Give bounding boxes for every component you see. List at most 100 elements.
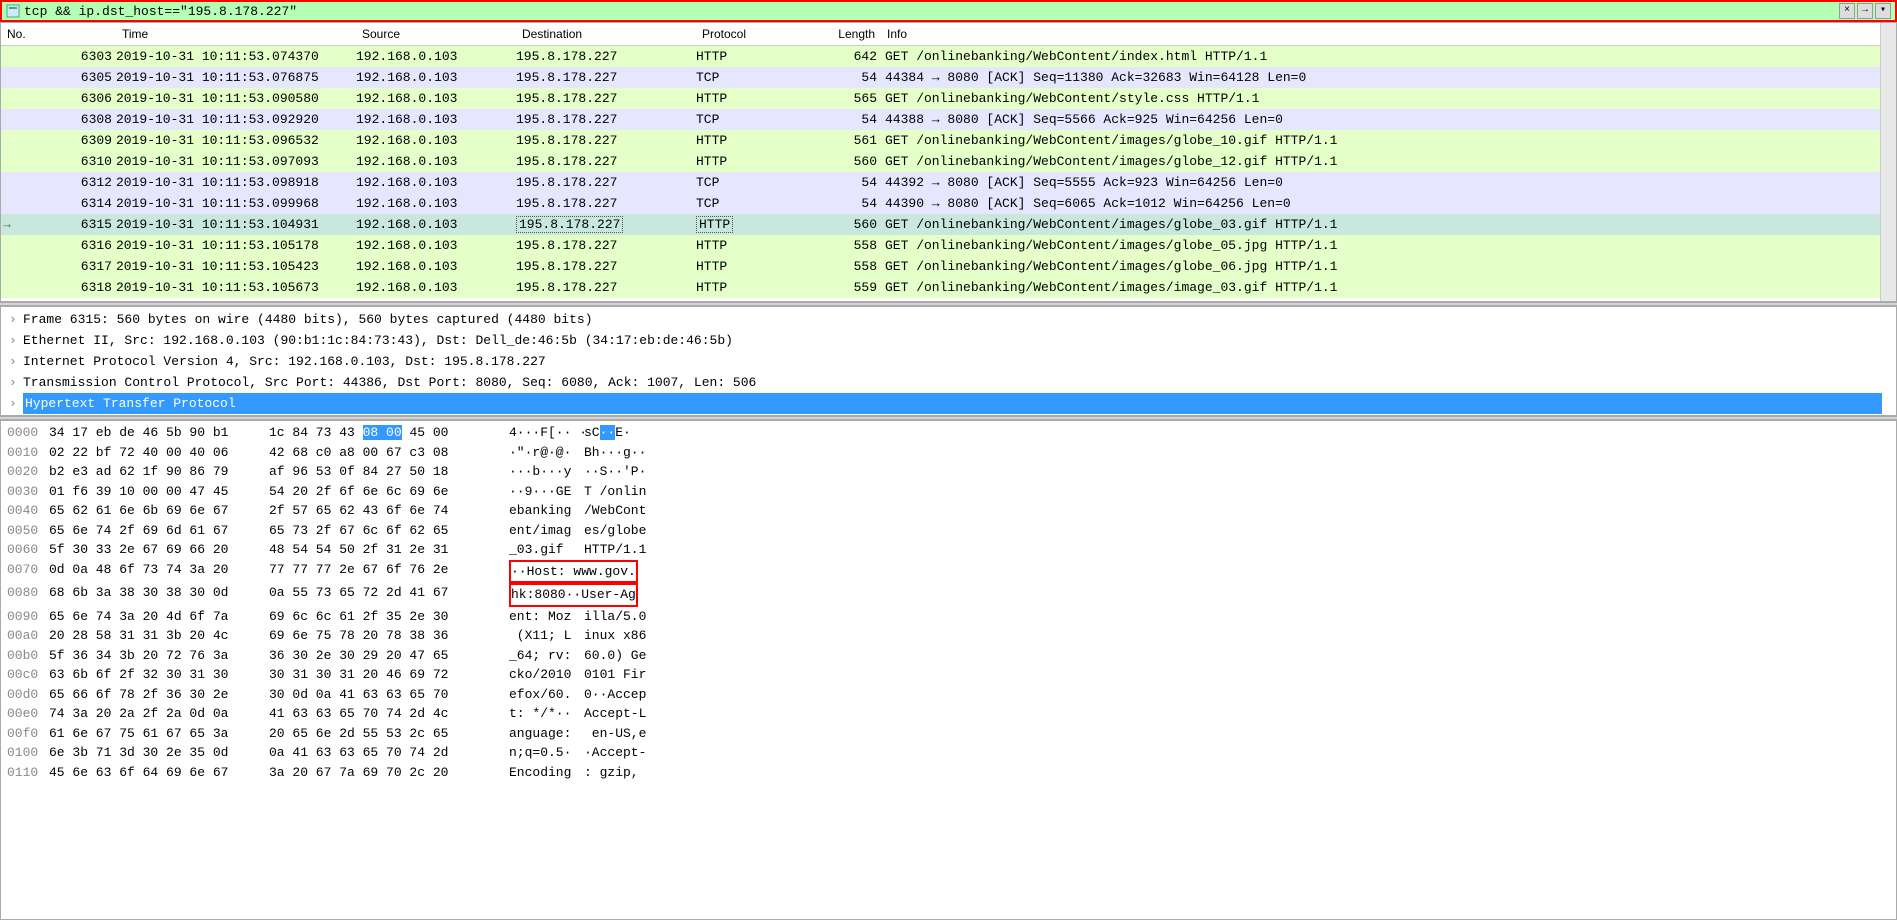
filter-apply-button[interactable]: →: [1857, 3, 1873, 19]
hex-row[interactable]: 00a020 28 58 31 31 3b 20 4c 69 6e 75 78 …: [1, 626, 1896, 646]
detail-tree-item[interactable]: ›Transmission Control Protocol, Src Port…: [9, 372, 1888, 393]
hex-row[interactable]: 004065 62 61 6e 6b 69 6e 67 2f 57 65 62 …: [1, 501, 1896, 521]
cell-length: 561: [826, 130, 881, 151]
hex-offset: 00d0: [1, 685, 49, 705]
cell-length: 560: [826, 151, 881, 172]
detail-tree-item[interactable]: ›Internet Protocol Version 4, Src: 192.1…: [9, 351, 1888, 372]
cell-time: 2019-10-31 10:11:53.092920: [116, 109, 356, 130]
cell-no: 6317: [1, 256, 116, 277]
packet-row[interactable]: →63152019-10-31 10:11:53.104931192.168.0…: [1, 214, 1880, 235]
hex-row[interactable]: 00f061 6e 67 75 61 67 65 3a 20 65 6e 2d …: [1, 724, 1896, 744]
detail-tree-item[interactable]: ›Hypertext Transfer Protocol: [9, 393, 1888, 414]
column-header-time[interactable]: Time: [116, 25, 356, 43]
cell-info: GET /onlinebanking/WebContent/images/glo…: [881, 214, 1880, 235]
column-header-no[interactable]: No.: [1, 25, 116, 43]
packet-row[interactable]: 63172019-10-31 10:11:53.105423192.168.0.…: [1, 256, 1880, 277]
hex-offset: 0090: [1, 607, 49, 627]
packet-row[interactable]: 63052019-10-31 10:11:53.076875192.168.0.…: [1, 67, 1880, 88]
hex-offset: 0060: [1, 540, 49, 560]
packet-row[interactable]: 63162019-10-31 10:11:53.105178192.168.0.…: [1, 235, 1880, 256]
hex-row[interactable]: 01006e 3b 71 3d 30 2e 35 0d 0a 41 63 63 …: [1, 743, 1896, 763]
cell-protocol: HTTP: [696, 235, 826, 256]
column-header-destination[interactable]: Destination: [516, 25, 696, 43]
packet-row[interactable]: 63032019-10-31 10:11:53.074370192.168.0.…: [1, 46, 1880, 67]
cell-protocol: HTTP: [696, 277, 826, 298]
expand-icon[interactable]: ›: [9, 309, 23, 330]
hex-row[interactable]: 00d065 66 6f 78 2f 36 30 2e 30 0d 0a 41 …: [1, 685, 1896, 705]
packet-row[interactable]: 63142019-10-31 10:11:53.099968192.168.0.…: [1, 193, 1880, 214]
expand-icon[interactable]: ›: [9, 330, 23, 351]
packet-list-body[interactable]: 63032019-10-31 10:11:53.074370192.168.0.…: [1, 46, 1880, 298]
column-header-length[interactable]: Length: [826, 25, 881, 43]
packet-row[interactable]: 63082019-10-31 10:11:53.092920192.168.0.…: [1, 109, 1880, 130]
cell-info: GET /onlinebanking/WebContent/images/glo…: [881, 235, 1880, 256]
cell-length: 560: [826, 214, 881, 235]
packet-list-scrollbar[interactable]: [1880, 23, 1896, 301]
hex-row[interactable]: 009065 6e 74 3a 20 4d 6f 7a 69 6c 6c 61 …: [1, 607, 1896, 627]
hex-row[interactable]: 000034 17 eb de 46 5b 90 b1 1c 84 73 43 …: [1, 423, 1896, 443]
cell-no: 6306: [1, 88, 116, 109]
packet-details-pane[interactable]: ›Frame 6315: 560 bytes on wire (4480 bit…: [0, 306, 1897, 416]
hex-row[interactable]: 005065 6e 74 2f 69 6d 61 67 65 73 2f 67 …: [1, 521, 1896, 541]
column-header-source[interactable]: Source: [356, 25, 516, 43]
cell-protocol: HTTP: [696, 214, 826, 235]
cell-length: 54: [826, 109, 881, 130]
cell-info: 44388 → 8080 [ACK] Seq=5566 Ack=925 Win=…: [881, 109, 1880, 130]
packet-list-header[interactable]: No. Time Source Destination Protocol Len…: [1, 23, 1880, 46]
packet-row[interactable]: 63062019-10-31 10:11:53.090580192.168.0.…: [1, 88, 1880, 109]
hex-row[interactable]: 011045 6e 63 6f 64 69 6e 67 3a 20 67 7a …: [1, 763, 1896, 783]
hex-offset: 0070: [1, 560, 49, 584]
cell-source: 192.168.0.103: [356, 172, 516, 193]
hex-row[interactable]: 00700d 0a 48 6f 73 74 3a 20 77 77 77 2e …: [1, 560, 1896, 584]
packet-row[interactable]: 63092019-10-31 10:11:53.096532192.168.0.…: [1, 130, 1880, 151]
cell-destination: 195.8.178.227: [516, 193, 696, 214]
cell-no: 6310: [1, 151, 116, 172]
cell-length: 642: [826, 46, 881, 67]
cell-destination: 195.8.178.227: [516, 214, 696, 235]
column-header-protocol[interactable]: Protocol: [696, 25, 826, 43]
packet-row[interactable]: 63182019-10-31 10:11:53.105673192.168.0.…: [1, 277, 1880, 298]
hex-row[interactable]: 003001 f6 39 10 00 00 47 45 54 20 2f 6f …: [1, 482, 1896, 502]
column-header-info[interactable]: Info: [881, 25, 1880, 43]
cell-protocol: HTTP: [696, 130, 826, 151]
hex-row[interactable]: 0020b2 e3 ad 62 1f 90 86 79 af 96 53 0f …: [1, 462, 1896, 482]
expand-icon[interactable]: ›: [9, 393, 23, 414]
cell-time: 2019-10-31 10:11:53.105673: [116, 277, 356, 298]
hex-row[interactable]: 001002 22 bf 72 40 00 40 06 42 68 c0 a8 …: [1, 443, 1896, 463]
cell-time: 2019-10-31 10:11:53.105178: [116, 235, 356, 256]
cell-destination: 195.8.178.227: [516, 46, 696, 67]
display-filter-input[interactable]: tcp && ip.dst_host=="195.8.178.227": [24, 4, 1839, 19]
packet-bytes-pane[interactable]: 000034 17 eb de 46 5b 90 b1 1c 84 73 43 …: [0, 420, 1897, 920]
hex-row[interactable]: 00605f 30 33 2e 67 69 66 20 48 54 54 50 …: [1, 540, 1896, 560]
hex-offset: 0100: [1, 743, 49, 763]
hex-row[interactable]: 00e074 3a 20 2a 2f 2a 0d 0a 41 63 63 65 …: [1, 704, 1896, 724]
expand-icon[interactable]: ›: [9, 351, 23, 372]
hex-row[interactable]: 00c063 6b 6f 2f 32 30 31 30 30 31 30 31 …: [1, 665, 1896, 685]
hex-offset: 0030: [1, 482, 49, 502]
packet-list-pane: No. Time Source Destination Protocol Len…: [0, 22, 1897, 302]
hex-offset: 00a0: [1, 626, 49, 646]
hex-row[interactable]: 008068 6b 3a 38 30 38 30 0d 0a 55 73 65 …: [1, 583, 1896, 607]
packet-row[interactable]: 63122019-10-31 10:11:53.098918192.168.0.…: [1, 172, 1880, 193]
detail-tree-item[interactable]: ›Frame 6315: 560 bytes on wire (4480 bit…: [9, 309, 1888, 330]
cell-time: 2019-10-31 10:11:53.099968: [116, 193, 356, 214]
display-filter-bar[interactable]: tcp && ip.dst_host=="195.8.178.227" × → …: [0, 0, 1897, 22]
packet-row[interactable]: 63102019-10-31 10:11:53.097093192.168.0.…: [1, 151, 1880, 172]
cell-length: 559: [826, 277, 881, 298]
hex-offset: 0110: [1, 763, 49, 783]
hex-row[interactable]: 00b05f 36 34 3b 20 72 76 3a 36 30 2e 30 …: [1, 646, 1896, 666]
cell-no: 6305: [1, 67, 116, 88]
detail-tree-item[interactable]: ›Ethernet II, Src: 192.168.0.103 (90:b1:…: [9, 330, 1888, 351]
cell-length: 54: [826, 67, 881, 88]
cell-info: 44384 → 8080 [ACK] Seq=11380 Ack=32683 W…: [881, 67, 1880, 88]
cell-source: 192.168.0.103: [356, 109, 516, 130]
filter-dropdown-button[interactable]: ▾: [1875, 3, 1891, 19]
cell-source: 192.168.0.103: [356, 46, 516, 67]
cell-destination: 195.8.178.227: [516, 256, 696, 277]
filter-clear-button[interactable]: ×: [1839, 3, 1855, 19]
filter-bookmark-icon[interactable]: [6, 4, 20, 18]
cell-source: 192.168.0.103: [356, 214, 516, 235]
expand-icon[interactable]: ›: [9, 372, 23, 393]
cell-destination: 195.8.178.227: [516, 88, 696, 109]
cell-info: GET /onlinebanking/WebContent/style.css …: [881, 88, 1880, 109]
